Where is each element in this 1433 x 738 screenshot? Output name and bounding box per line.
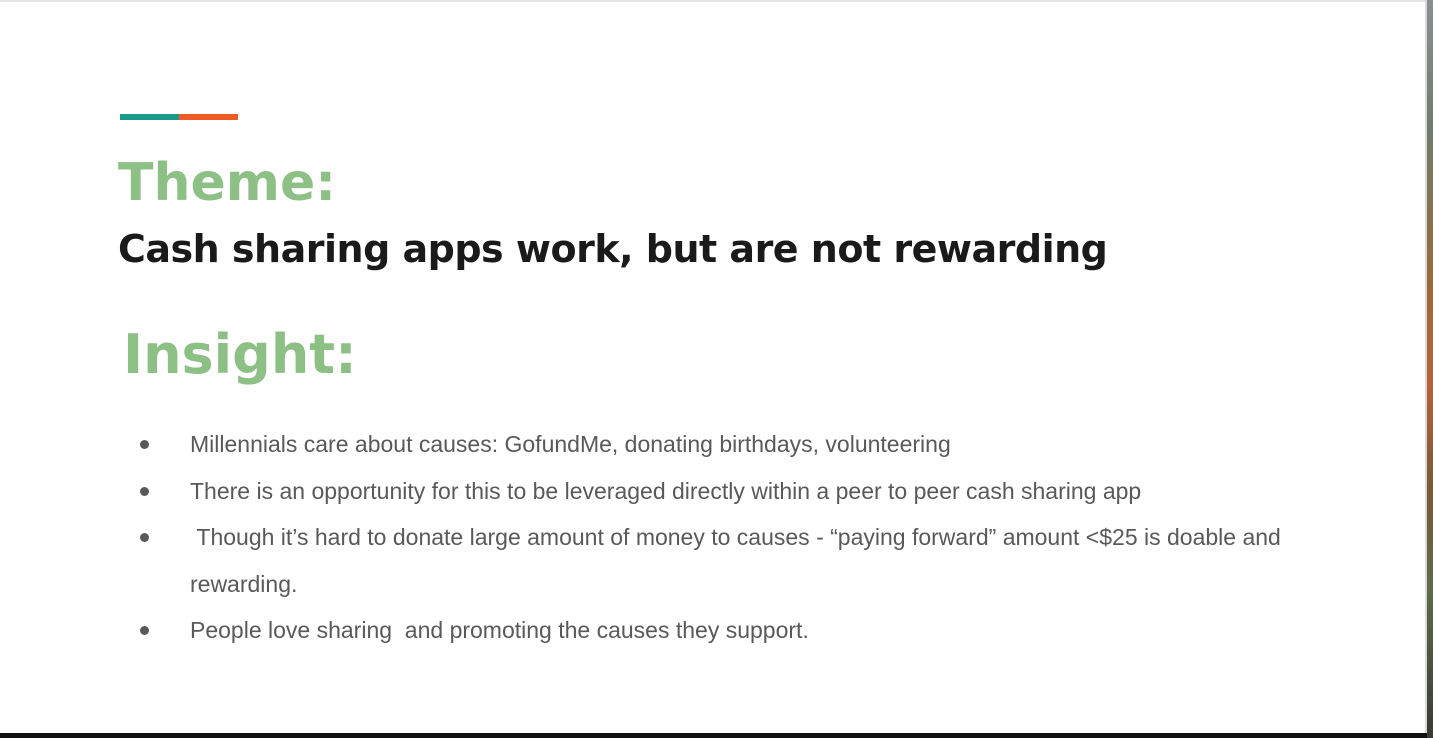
accent-bar-orange	[179, 114, 238, 120]
bullet-text: People love sharing and promoting the ca…	[190, 617, 809, 643]
theme-statement: Cash sharing apps work, but are not rewa…	[118, 227, 1108, 271]
accent-bar-teal	[120, 114, 179, 120]
bullet-text: Millennials care about causes: GofundMe,…	[190, 431, 951, 457]
insight-bullet-list: Millennials care about causes: GofundMe,…	[140, 421, 1290, 654]
theme-heading: Theme:	[118, 153, 337, 213]
bullet-item: Though it’s hard to donate large amount …	[140, 514, 1290, 607]
bullet-item: People love sharing and promoting the ca…	[140, 607, 1290, 654]
bullet-text: Though it’s hard to donate large amount …	[190, 524, 1288, 597]
background-window-strip	[1427, 0, 1433, 738]
bullet-item: There is an opportunity for this to be l…	[140, 468, 1290, 515]
presentation-viewport: Theme: Cash sharing apps work, but are n…	[0, 0, 1433, 738]
bullet-icon	[140, 626, 149, 635]
bullet-text: There is an opportunity for this to be l…	[190, 477, 1142, 504]
insight-heading: Insight:	[123, 323, 357, 386]
accent-bar	[120, 114, 238, 120]
bottom-edge	[0, 733, 1427, 738]
bullet-icon	[140, 440, 149, 449]
bullet-item: Millennials care about causes: GofundMe,…	[140, 421, 1290, 468]
bullet-icon	[140, 486, 149, 496]
slide: Theme: Cash sharing apps work, but are n…	[0, 2, 1425, 733]
bullet-icon	[140, 533, 149, 542]
